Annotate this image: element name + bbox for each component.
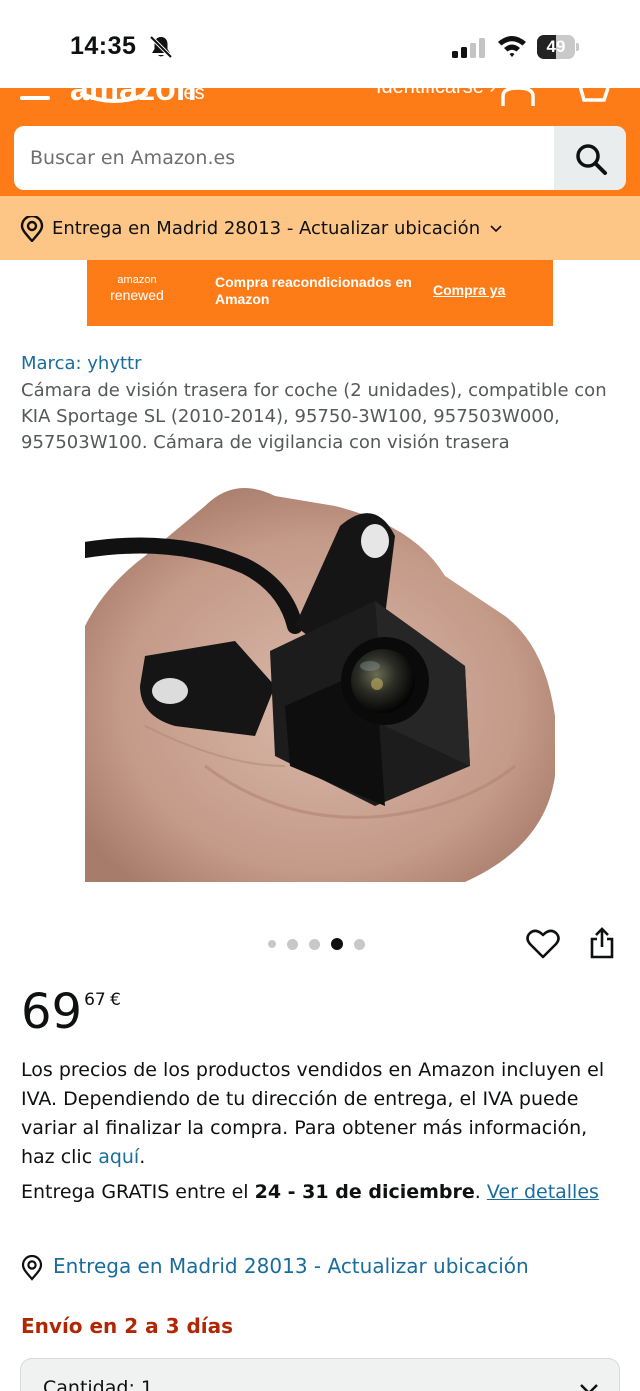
location-pin-icon bbox=[21, 1255, 43, 1281]
delivery-location-text: Entrega en Madrid 28013 - Actualizar ubi… bbox=[52, 218, 502, 239]
product-image[interactable] bbox=[85, 466, 555, 882]
brand-link[interactable]: Marca: yhyttr bbox=[21, 353, 142, 374]
quantity-select[interactable]: Cantidad: 1 bbox=[20, 1358, 620, 1391]
status-bar: 14:35 49 bbox=[0, 0, 640, 88]
wifi-icon bbox=[498, 36, 526, 57]
carousel-dot[interactable] bbox=[331, 938, 343, 950]
battery-icon: 49 bbox=[537, 35, 579, 59]
banner-link[interactable]: Compra ya bbox=[433, 282, 505, 298]
location-pin-icon bbox=[20, 216, 44, 242]
delivery-location-label: Entrega en Madrid 28013 - Actualizar ubi… bbox=[52, 218, 481, 239]
heart-icon[interactable] bbox=[526, 928, 560, 960]
renewed-banner[interactable]: amazon renewed Compra reacondicionados e… bbox=[87, 260, 553, 326]
renewed-logo-top: amazon bbox=[117, 274, 157, 286]
product-title: Cámara de visión trasera for coche (2 un… bbox=[21, 380, 607, 453]
free-delivery-dates: 24 - 31 de diciembre bbox=[254, 1181, 475, 1203]
free-delivery-prefix: Entrega GRATIS entre el bbox=[21, 1181, 255, 1203]
quantity-label: Cantidad: 1 bbox=[43, 1377, 153, 1391]
delivery-location-bar[interactable]: Entrega en Madrid 28013 - Actualizar ubi… bbox=[0, 196, 640, 260]
chevron-down-icon bbox=[580, 1384, 598, 1391]
search-input[interactable] bbox=[14, 126, 554, 190]
user-icon[interactable] bbox=[500, 88, 536, 106]
battery-level: 49 bbox=[546, 37, 566, 56]
free-delivery-suffix: . bbox=[474, 1181, 487, 1203]
chevron-down-icon bbox=[490, 225, 502, 233]
menu-icon[interactable] bbox=[20, 96, 50, 100]
shipping-time: Envío en 2 a 3 días bbox=[21, 1314, 234, 1338]
amazon-smile-icon bbox=[80, 92, 148, 103]
search-bar bbox=[14, 126, 626, 190]
banner-text: Compra reacondicionados en Amazon bbox=[215, 274, 412, 307]
signin-link[interactable]: Identificarse › bbox=[376, 88, 496, 99]
share-icon[interactable] bbox=[588, 926, 616, 960]
image-carousel-dots[interactable] bbox=[268, 938, 365, 950]
carousel-dot[interactable] bbox=[354, 938, 365, 950]
product-price: 69 67 € bbox=[21, 986, 121, 1038]
carousel-dot[interactable] bbox=[268, 940, 276, 948]
vat-notice-end: . bbox=[139, 1146, 146, 1168]
header-top-bar: amazon .es Identificarse › bbox=[0, 88, 640, 112]
carousel-dot[interactable] bbox=[287, 938, 298, 950]
amazon-header: amazon .es Identificarse › bbox=[0, 88, 640, 196]
price-fraction: 67 bbox=[84, 990, 106, 1010]
amazon-renewed-logo: amazon renewed bbox=[107, 274, 167, 303]
price-whole: 69 bbox=[21, 984, 83, 1040]
search-icon bbox=[576, 144, 607, 175]
vat-notice: Los precios de los productos vendidos en… bbox=[21, 1056, 621, 1172]
cellular-signal-icon bbox=[452, 38, 485, 58]
free-delivery-info: Entrega GRATIS entre el 24 - 31 de dicie… bbox=[21, 1178, 621, 1207]
delivery-details-link[interactable]: Ver detalles bbox=[487, 1181, 599, 1203]
price-currency: € bbox=[110, 990, 121, 1010]
vat-info-link[interactable]: aquí bbox=[98, 1146, 139, 1168]
status-time: 14:35 bbox=[70, 32, 137, 60]
carousel-dot[interactable] bbox=[309, 938, 320, 950]
search-button[interactable] bbox=[554, 126, 626, 190]
renewed-logo-bottom: renewed bbox=[110, 287, 164, 303]
bell-slash-icon bbox=[149, 35, 173, 59]
amazon-logo-suffix: .es bbox=[178, 88, 205, 104]
cart-icon[interactable] bbox=[570, 88, 610, 106]
location-link-text: Entrega en Madrid 28013 - Actualizar ubi… bbox=[53, 1254, 529, 1278]
